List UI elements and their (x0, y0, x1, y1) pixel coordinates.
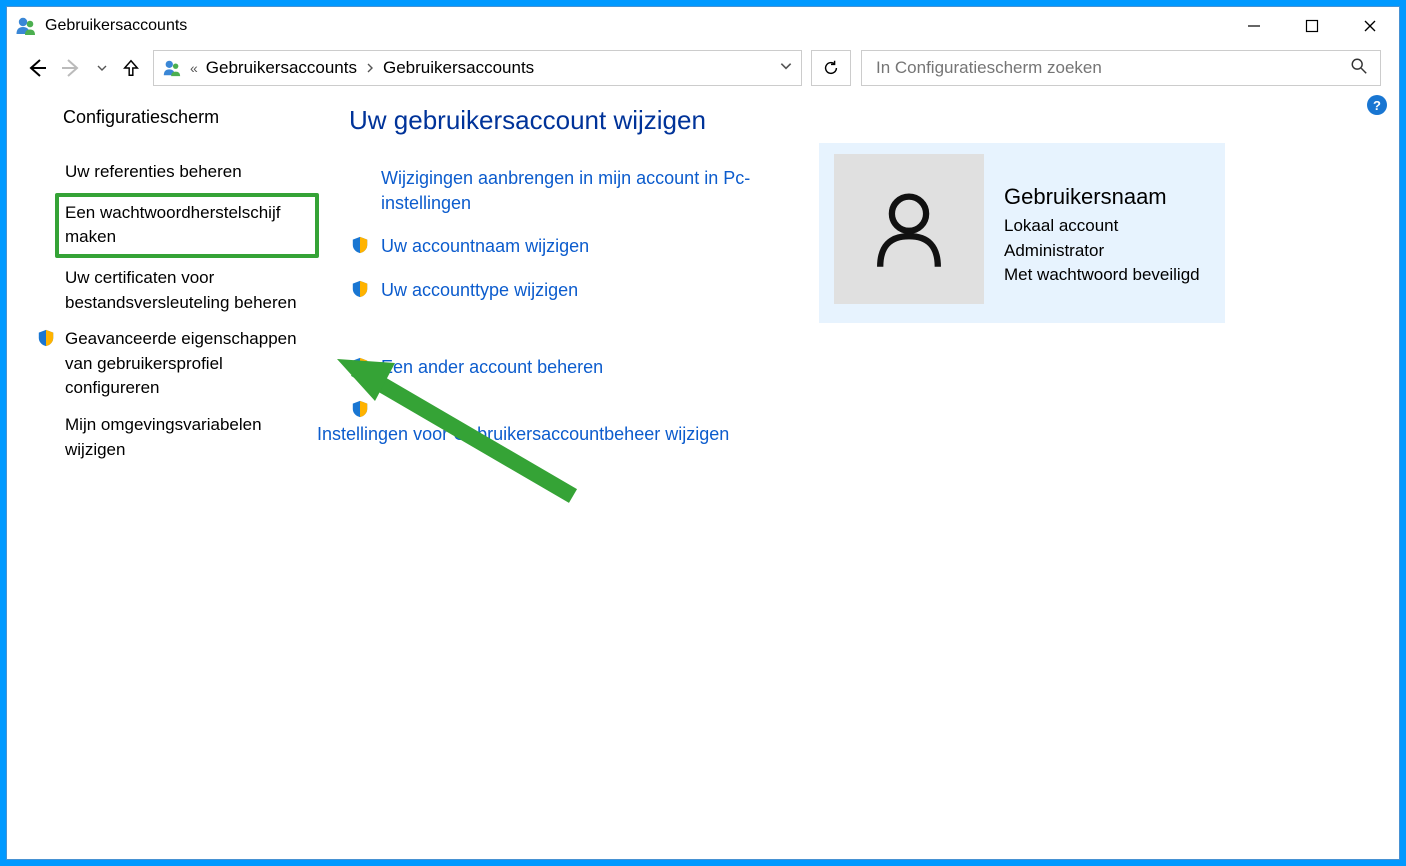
help-button[interactable]: ? (1367, 95, 1387, 115)
action-link-label: Instellingen voor Gebruikersaccountbehee… (317, 422, 729, 447)
action-change-in-pc-settings[interactable]: Wijzigingen aanbrengen in mijn account i… (349, 166, 779, 216)
sidebar-item-password-reset-disk[interactable]: Een wachtwoordherstelschijf maken (55, 193, 319, 258)
titlebar: Gebruikersaccounts (7, 7, 1399, 45)
action-change-account-type[interactable]: Uw accounttype wijzigen (349, 278, 779, 303)
address-dropdown-button[interactable] (779, 59, 793, 77)
forward-button[interactable] (59, 57, 83, 79)
shield-icon (349, 234, 371, 254)
avatar (834, 154, 984, 304)
action-change-account-name[interactable]: Uw accountnaam wijzigen (349, 234, 779, 259)
back-button[interactable] (25, 57, 49, 79)
up-button[interactable] (119, 58, 143, 78)
search-icon[interactable] (1350, 57, 1368, 79)
account-name: Gebruikersnaam (1004, 184, 1200, 210)
shield-icon (349, 355, 371, 375)
address-bar[interactable]: « Gebruikersaccounts Gebruikersaccounts (153, 50, 802, 86)
action-change-uac-settings[interactable]: Instellingen voor Gebruikersaccountbehee… (349, 422, 779, 447)
nav-row: « Gebruikersaccounts Gebruikersaccounts (7, 45, 1399, 91)
sidebar-heading[interactable]: Configuratiescherm (29, 107, 319, 128)
action-link-label: Wijzigingen aanbrengen in mijn account i… (381, 166, 779, 216)
main-panel: Uw gebruikersaccount wijzigen Wijziginge… (349, 91, 1377, 849)
sidebar-item-advanced-profile-properties[interactable]: Geavanceerde eigenschappen van gebruiker… (29, 321, 319, 407)
chevron-right-icon[interactable] (365, 61, 375, 76)
user-accounts-icon (162, 58, 182, 78)
action-link-label: Uw accountnaam wijzigen (381, 234, 589, 259)
window-title: Gebruikersaccounts (45, 17, 187, 35)
action-manage-another-account[interactable]: Een ander account beheren (349, 355, 779, 380)
search-box[interactable] (861, 50, 1381, 86)
sidebar: Configuratiescherm Uw referenties behere… (29, 91, 319, 849)
user-accounts-icon (15, 15, 37, 37)
account-role-line: Administrator (1004, 239, 1200, 264)
search-input[interactable] (874, 57, 1350, 79)
recent-locations-button[interactable] (95, 62, 109, 74)
account-type-line: Lokaal account (1004, 214, 1200, 239)
shield-icon (35, 327, 57, 347)
action-link-label: Een ander account beheren (381, 355, 603, 380)
page-title: Uw gebruikersaccount wijzigen (349, 105, 779, 136)
breadcrumb-item[interactable]: Gebruikersaccounts (206, 58, 357, 78)
sidebar-item-environment-variables[interactable]: Mijn omgevingsvariabelen wijzigen (29, 407, 319, 468)
maximize-button[interactable] (1283, 7, 1341, 45)
sidebar-item-manage-credentials[interactable]: Uw referenties beheren (29, 154, 319, 191)
account-password-line: Met wachtwoord beveiligd (1004, 263, 1200, 288)
sidebar-item-label: Een wachtwoordherstelschijf maken (65, 203, 280, 247)
account-card: Gebruikersnaam Lokaal account Administra… (819, 143, 1225, 323)
sidebar-item-label: Mijn omgevingsvariabelen wijzigen (65, 413, 319, 462)
close-button[interactable] (1341, 7, 1399, 45)
path-overflow-indicator[interactable]: « (190, 60, 198, 76)
sidebar-item-label: Geavanceerde eigenschappen van gebruiker… (65, 327, 319, 401)
refresh-button[interactable] (811, 50, 851, 86)
sidebar-item-label: Uw certificaten voor bestandsversleuteli… (65, 266, 319, 315)
breadcrumb-item[interactable]: Gebruikersaccounts (383, 58, 534, 78)
shield-icon (349, 278, 371, 298)
action-link-label: Uw accounttype wijzigen (381, 278, 578, 303)
control-panel-window: Gebruikersaccounts (6, 6, 1400, 860)
sidebar-item-label: Uw referenties beheren (65, 160, 319, 185)
shield-icon (349, 398, 371, 418)
minimize-button[interactable] (1225, 7, 1283, 45)
sidebar-item-manage-efs-certificates[interactable]: Uw certificaten voor bestandsversleuteli… (29, 260, 319, 321)
